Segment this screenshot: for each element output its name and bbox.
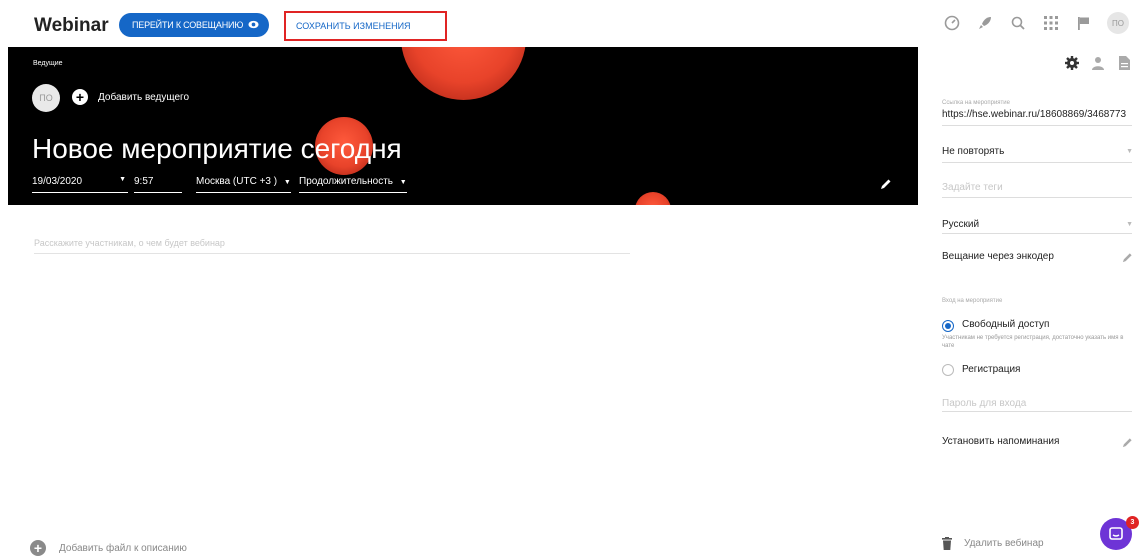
chevron-down-icon: ▼ xyxy=(1126,148,1133,155)
sidebar-tabs xyxy=(1065,55,1131,71)
date-value: 19/03/2020 xyxy=(32,176,83,187)
duration-select[interactable]: Продолжительность ▼ xyxy=(299,176,407,193)
duration-value: Продолжительность xyxy=(299,176,393,187)
registration-radio[interactable] xyxy=(942,364,954,376)
edit-pencil-icon[interactable] xyxy=(1122,437,1133,448)
chevron-down-icon: ▼ xyxy=(283,179,291,186)
speedometer-icon[interactable] xyxy=(942,13,962,33)
goto-meeting-label: ПЕРЕЙТИ К СОВЕЩАНИЮ xyxy=(132,20,244,30)
goto-meeting-button[interactable]: ПЕРЕЙТИ К СОВЕЩАНИЮ xyxy=(119,13,269,37)
divider xyxy=(942,197,1132,198)
decor-blob-large xyxy=(401,47,526,100)
add-file-button[interactable]: + Добавить файл к описанию xyxy=(30,540,187,556)
access-label: Вход на мероприятие xyxy=(942,298,1003,304)
date-field[interactable]: 19/03/2020 ▼ xyxy=(32,176,128,193)
repeat-select[interactable]: Не повторять xyxy=(942,146,1004,157)
search-icon[interactable] xyxy=(1008,13,1028,33)
chevron-down-icon: ▼ xyxy=(1126,221,1133,228)
reminders-label[interactable]: Установить напоминания xyxy=(942,436,1059,447)
person-icon[interactable] xyxy=(1091,55,1105,71)
timezone-select[interactable]: Москва (UTC +3 ) ▼ xyxy=(196,176,291,193)
settings-sidebar: Ссылка на мероприятие https://hse.webina… xyxy=(926,47,1145,552)
delete-webinar-label: Удалить вебинар xyxy=(964,538,1044,549)
host-avatar[interactable]: ПО xyxy=(32,84,60,112)
free-access-label[interactable]: Свободный доступ xyxy=(962,319,1049,330)
edit-pencil-icon[interactable] xyxy=(1122,252,1133,263)
hosts-label: Ведущие xyxy=(33,60,63,67)
chevron-down-icon: ▼ xyxy=(119,176,126,183)
user-avatar[interactable]: ПО xyxy=(1107,12,1129,34)
brand-logo[interactable]: Webinar xyxy=(34,15,109,37)
free-access-radio[interactable] xyxy=(942,320,954,332)
trash-icon xyxy=(942,537,952,550)
delete-webinar-button[interactable]: Удалить вебинар xyxy=(942,537,1044,550)
rocket-icon[interactable] xyxy=(975,13,995,33)
document-icon[interactable] xyxy=(1117,55,1131,71)
divider xyxy=(942,125,1132,126)
event-link-label: Ссылка на мероприятие xyxy=(942,100,1010,106)
event-hero: Ведущие ПО + Добавить ведущего Новое мер… xyxy=(8,47,918,205)
free-access-hint: Участникам не требуется регистрация, дос… xyxy=(942,335,1124,349)
add-host-label: Добавить ведущего xyxy=(98,91,190,103)
save-changes-label: СОХРАНИТЬ ИЗМЕНЕНИЯ xyxy=(296,21,411,31)
chevron-down-icon: ▼ xyxy=(399,179,407,186)
flag-icon[interactable] xyxy=(1074,13,1094,33)
divider xyxy=(942,411,1132,412)
time-value: 9:57 xyxy=(134,176,154,187)
decor-blob-small xyxy=(635,192,671,205)
registration-label[interactable]: Регистрация xyxy=(962,364,1020,375)
password-input[interactable]: Пароль для входа xyxy=(942,398,1026,409)
top-icons: ПО xyxy=(942,12,1129,34)
tags-input[interactable]: Задайте теги xyxy=(942,182,1003,193)
eye-icon xyxy=(248,20,259,29)
edit-pencil-icon[interactable] xyxy=(880,178,892,190)
language-select[interactable]: Русский xyxy=(942,219,979,230)
apps-grid-icon[interactable] xyxy=(1041,13,1061,33)
timezone-value: Москва (UTC +3 ) xyxy=(196,176,278,187)
add-host-button[interactable]: + Добавить ведущего xyxy=(72,89,189,105)
divider xyxy=(942,233,1132,234)
save-changes-button[interactable]: СОХРАНИТЬ ИЗМЕНЕНИЯ xyxy=(284,11,447,41)
divider xyxy=(942,162,1132,163)
time-field[interactable]: 9:57 xyxy=(134,176,182,193)
top-bar: Webinar ПЕРЕЙТИ К СОВЕЩАНИЮ СОХРАНИТЬ ИЗ… xyxy=(0,0,1145,47)
gear-icon[interactable] xyxy=(1065,55,1079,71)
plus-icon: + xyxy=(72,89,88,105)
plus-icon: + xyxy=(30,540,46,556)
notification-badge: 3 xyxy=(1126,516,1139,529)
event-title[interactable]: Новое мероприятие сегодня xyxy=(32,133,402,165)
description-input[interactable]: Расскажите участникам, о чем будет вебин… xyxy=(34,238,630,254)
event-link-value[interactable]: https://hse.webinar.ru/18608869/3468773 xyxy=(942,109,1126,120)
encoder-broadcast-label[interactable]: Вещание через энкодер xyxy=(942,251,1054,262)
